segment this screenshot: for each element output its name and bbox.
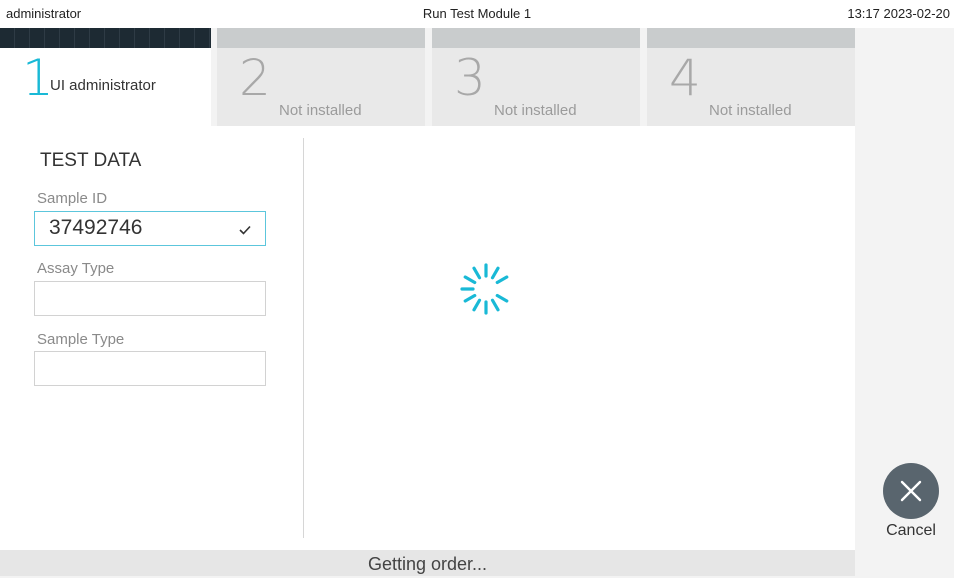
spinner-tick <box>490 266 500 280</box>
top-bar: administrator Run Test Module 1 13:17 20… <box>0 0 954 28</box>
checkmark-icon <box>239 222 251 240</box>
panel-divider <box>303 138 304 538</box>
tab-label: UI administrator <box>50 77 156 94</box>
close-icon <box>883 463 939 519</box>
spinner-tick <box>490 298 500 312</box>
status-bar: Getting order... <box>0 550 855 576</box>
assay-type-label: Assay Type <box>37 260 115 277</box>
tab-label: Not installed <box>494 102 577 119</box>
tab-module-3[interactable]: 3 Not installed <box>432 28 640 126</box>
test-data-title: TEST DATA <box>40 150 142 171</box>
tab-module-1[interactable]: 1 UI administrator <box>0 28 211 126</box>
tab-number: 4 <box>669 49 701 107</box>
tab-number: 2 <box>239 49 271 107</box>
cancel-label: Cancel <box>886 522 936 539</box>
loading-spinner-icon <box>456 259 516 319</box>
sample-type-label: Sample Type <box>37 331 125 348</box>
assay-type-field[interactable] <box>34 281 266 316</box>
status-text: Getting order... <box>367 554 488 574</box>
module-tabs: 1 UI administrator 2 Not installed 3 Not… <box>0 28 855 126</box>
spinner-tick <box>472 298 482 312</box>
sample-id-value: 37492746 <box>49 216 143 239</box>
window-title: Run Test Module 1 <box>422 6 532 21</box>
tab-module-4[interactable]: 4 Not installed <box>647 28 855 126</box>
sample-type-field[interactable] <box>34 351 266 386</box>
spinner-tick <box>495 293 509 303</box>
tab-label: Not installed <box>709 102 792 119</box>
datetime: 13:17 2023-02-20 <box>847 6 950 21</box>
tab-status-strip <box>432 28 640 48</box>
tab-status-strip <box>0 28 211 48</box>
spinner-tick <box>495 275 509 285</box>
spinner-tick <box>463 293 477 303</box>
spinner-tick <box>472 266 482 280</box>
tab-status-strip <box>647 28 855 48</box>
tab-status-strip <box>217 28 425 48</box>
cancel-button[interactable]: Cancel <box>883 463 939 543</box>
sample-id-label: Sample ID <box>37 190 108 207</box>
sample-id-field[interactable]: 37492746 <box>34 211 266 246</box>
tab-label: Not installed <box>279 102 362 119</box>
tab-module-2[interactable]: 2 Not installed <box>217 28 425 126</box>
main-panel: TEST DATA Sample ID 37492746 Assay Type … <box>0 126 855 550</box>
tab-number: 3 <box>454 49 486 107</box>
spinner-tick <box>463 275 477 285</box>
